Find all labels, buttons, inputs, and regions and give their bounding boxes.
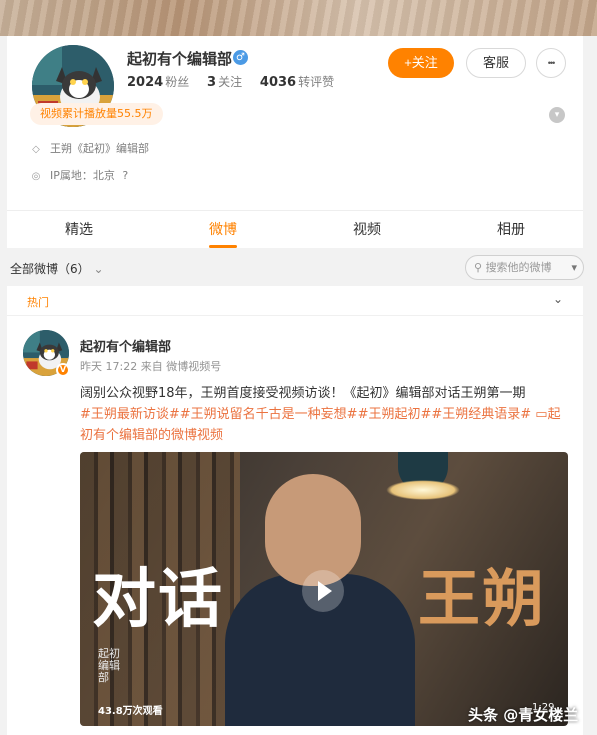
profile-stats: 2024 粉丝 3 关注 4036 转评赞	[127, 73, 348, 90]
chevron-down-icon[interactable]: ⌄	[553, 292, 563, 306]
search-icon: ⚲	[474, 261, 483, 274]
more-options-button[interactable]: •••	[536, 48, 566, 78]
hot-section-header[interactable]: 热门 ⌄	[7, 286, 583, 316]
stat-interactions: 4036 转评赞	[259, 75, 335, 90]
video-title-right: 王朔	[418, 562, 547, 635]
gender-male-icon: ♂	[233, 50, 248, 65]
play-icon[interactable]	[302, 570, 344, 612]
feed-card: 热门 ⌄ V 起初有个编辑部 昨天 17:22 来自 微博视频号 阔别公众视野1…	[7, 286, 583, 735]
tab-albums[interactable]: 相册	[439, 211, 583, 248]
all-posts-filter[interactable]: 全部微博（6） ⌄	[10, 260, 104, 277]
post-body: 阔别公众视野18年，王朔首度接受视频访谈！《起初》编辑部对话王朔第一期 #王朔最…	[80, 383, 570, 446]
location-icon: ◎	[31, 171, 41, 182]
post-text: 阔别公众视野18年，王朔首度接受视频访谈！《起初》编辑部对话王朔第一期	[80, 386, 526, 401]
tab-featured[interactable]: 精选	[7, 211, 151, 248]
dropdown-icon: ▾	[571, 261, 577, 274]
video-title-left: 对话	[92, 562, 224, 637]
follow-button[interactable]: +关注	[388, 48, 454, 78]
shield-icon: ◇	[32, 144, 40, 155]
watermark: 头条 @青女楼兰	[468, 706, 579, 724]
profile-description: ◇ 王朔《起初》编辑部	[30, 140, 149, 156]
profile-username: 起初有个编辑部	[127, 50, 233, 68]
post-meta: 昨天 17:22 来自 微博视频号	[80, 360, 222, 373]
verified-badge-icon: V	[56, 363, 70, 377]
post-author-name[interactable]: 起初有个编辑部	[80, 336, 171, 355]
feed-filter-bar: 全部微博（6） ⌄ ⚲ 搜索他的微博 ▾	[0, 254, 590, 282]
customer-service-button[interactable]: 客服	[466, 48, 526, 78]
expand-chevron-icon[interactable]: ▾	[549, 107, 565, 123]
playcount-badge: 视频累计播放量55.5万	[30, 103, 163, 125]
stat-followers[interactable]: 2024 粉丝	[127, 75, 189, 90]
tab-weibo[interactable]: 微博	[151, 211, 295, 248]
chevron-down-icon: ⌄	[93, 262, 104, 276]
profile-ip-location: ◎ IP属地：北京 ?	[31, 169, 129, 182]
post-hashtags[interactable]: #王朔最新访谈##王朔说留名千古是一种妄想##王朔起初##王朔经典语录#	[80, 407, 531, 422]
video-player[interactable]: 对话 王朔 起初 编辑部 43.8万次观看 1:29	[80, 452, 568, 726]
help-icon[interactable]: ?	[122, 169, 128, 182]
video-link-icon: ▭	[535, 407, 548, 422]
post-search-input[interactable]: ⚲ 搜索他的微博 ▾	[465, 255, 584, 280]
hot-label: 热门	[27, 296, 49, 309]
profile-banner	[0, 0, 597, 36]
video-seal-text: 起初 编辑部	[98, 647, 120, 684]
tab-videos[interactable]: 视频	[295, 211, 439, 248]
profile-tabs: 精选 微博 视频 相册	[7, 210, 583, 248]
stat-following[interactable]: 3 关注	[207, 75, 242, 90]
video-view-count: 43.8万次观看	[98, 706, 163, 717]
